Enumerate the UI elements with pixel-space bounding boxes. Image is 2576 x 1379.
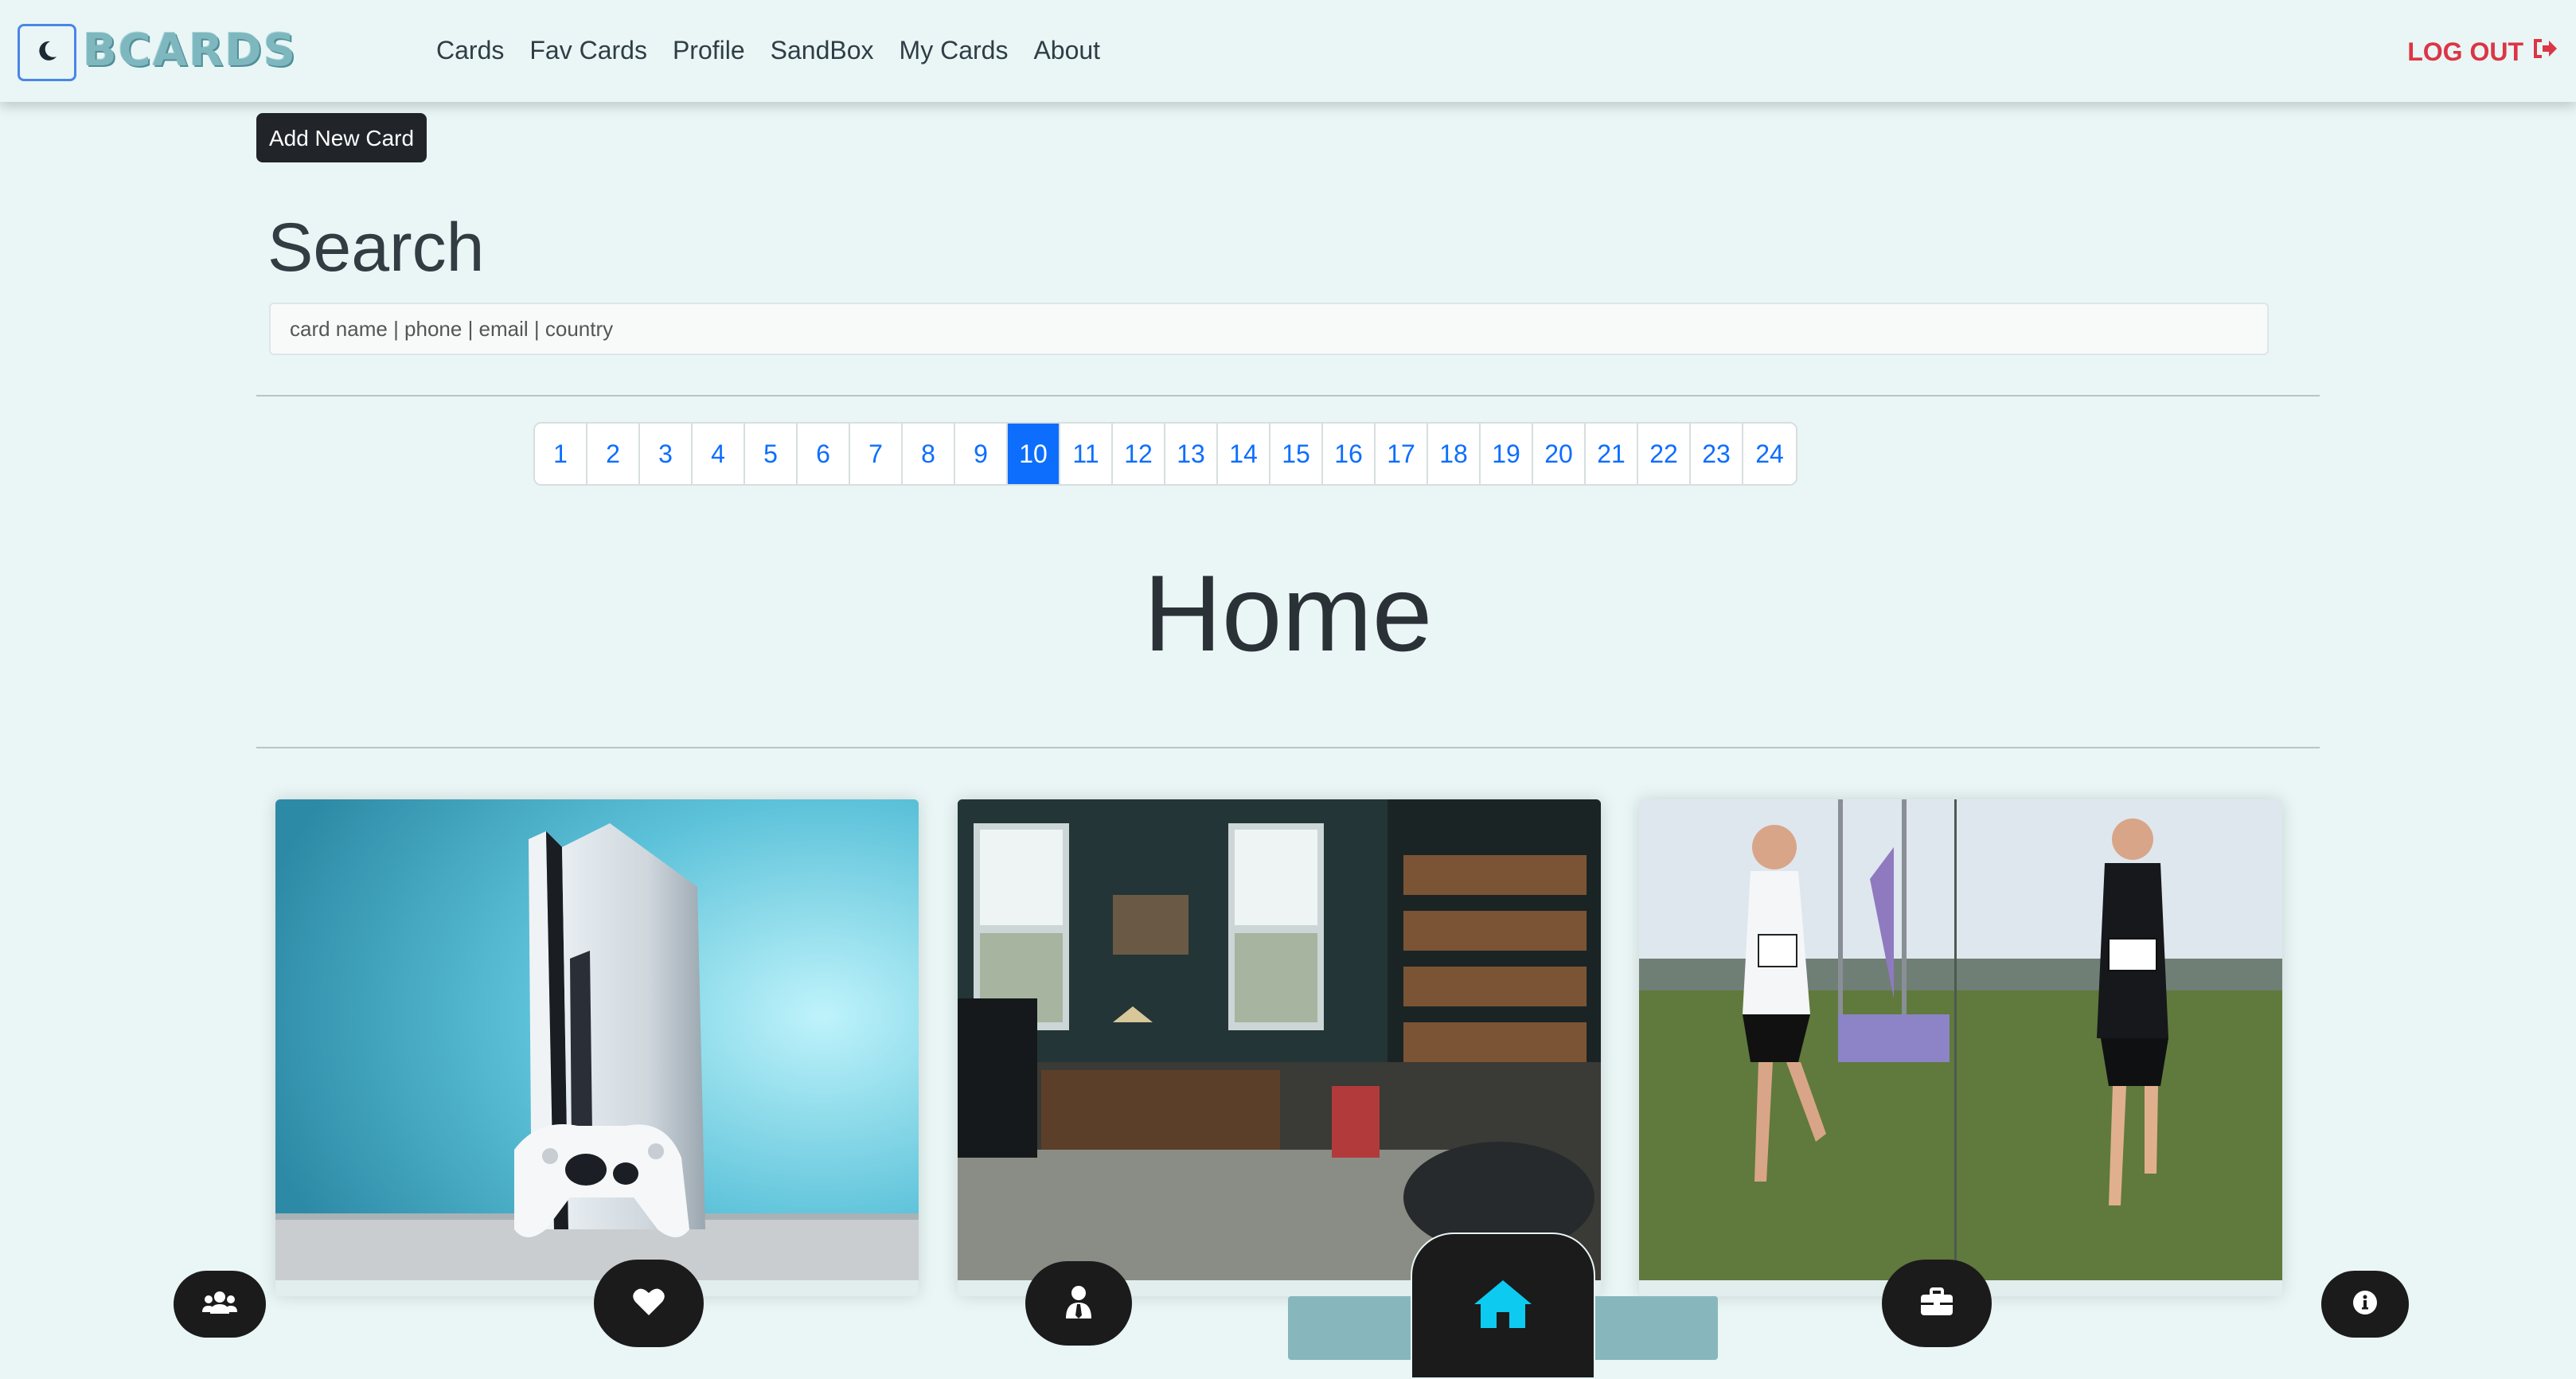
page-link[interactable]: 22 [1638,424,1691,484]
page-link[interactable]: 6 [798,424,850,484]
page-link[interactable]: 7 [850,424,903,484]
theme-toggle-button[interactable] [18,24,76,81]
page-link[interactable]: 9 [955,424,1008,484]
users-icon [202,1290,237,1319]
page-link[interactable]: 12 [1113,424,1165,484]
page-link[interactable]: 11 [1060,424,1113,484]
profile-button[interactable] [1025,1261,1132,1346]
sign-out-icon [2531,37,2558,67]
page-link[interactable]: 24 [1743,424,1796,484]
home-icon [1473,1279,1533,1334]
page-link[interactable]: 4 [693,424,745,484]
page-link[interactable]: 19 [1481,424,1533,484]
page-link[interactable]: 20 [1533,424,1586,484]
page-link[interactable]: 14 [1218,424,1270,484]
about-button[interactable] [2321,1271,2409,1338]
favorites-button[interactable] [594,1260,704,1347]
moon-icon [35,39,59,67]
home-button[interactable] [1411,1233,1595,1379]
page-link-active[interactable]: 10 [1008,424,1060,484]
search-title: Search [267,209,485,286]
pagination: 1 2 3 4 5 6 7 8 9 10 11 12 13 14 15 16 1… [533,422,1797,486]
info-icon [2352,1290,2378,1319]
logout-label: LOG OUT [2407,37,2523,66]
page-link[interactable]: 23 [1691,424,1743,484]
page-link[interactable]: 8 [903,424,955,484]
user-tie-icon [1064,1285,1093,1322]
divider [256,747,2320,748]
heart-icon [632,1287,665,1321]
nav-link-cards[interactable]: Cards [423,29,517,72]
card[interactable] [1639,799,2282,1296]
nav-link-sandbox[interactable]: SandBox [758,29,887,72]
business-button[interactable] [1882,1260,1992,1347]
page-link[interactable]: 13 [1165,424,1218,484]
add-new-card-button[interactable]: Add New Card [256,113,427,162]
users-button[interactable] [174,1271,266,1338]
logo[interactable]: BCARDS [83,27,297,75]
game-console-photo [275,799,919,1280]
nav-link-fav-cards[interactable]: Fav Cards [517,29,660,72]
logout-button[interactable]: LOG OUT [2407,37,2558,67]
page-link[interactable]: 17 [1376,424,1428,484]
nav-link-profile[interactable]: Profile [660,29,758,72]
page-link[interactable]: 2 [587,424,640,484]
card[interactable] [275,799,919,1296]
divider [256,395,2320,397]
card[interactable] [958,799,1601,1296]
search-input[interactable]: card name | phone | email | country [269,303,2269,355]
page-link[interactable]: 5 [745,424,798,484]
nav-link-about[interactable]: About [1021,29,1113,72]
page-link[interactable]: 16 [1323,424,1376,484]
top-navbar: BCARDS Cards Fav Cards Profile SandBox M… [0,0,2576,102]
nav-links: Cards Fav Cards Profile SandBox My Cards… [423,29,1113,72]
briefcase-icon [1920,1287,1953,1320]
page-link[interactable]: 21 [1586,424,1638,484]
page-link[interactable]: 15 [1270,424,1323,484]
page-link[interactable]: 3 [640,424,693,484]
nav-link-my-cards[interactable]: My Cards [887,29,1021,72]
page-title: Home [1143,553,1433,674]
library-room-photo [958,799,1601,1280]
page-link[interactable]: 1 [535,424,587,484]
page-link[interactable]: 18 [1428,424,1481,484]
runners-race-photo [1639,799,2282,1280]
